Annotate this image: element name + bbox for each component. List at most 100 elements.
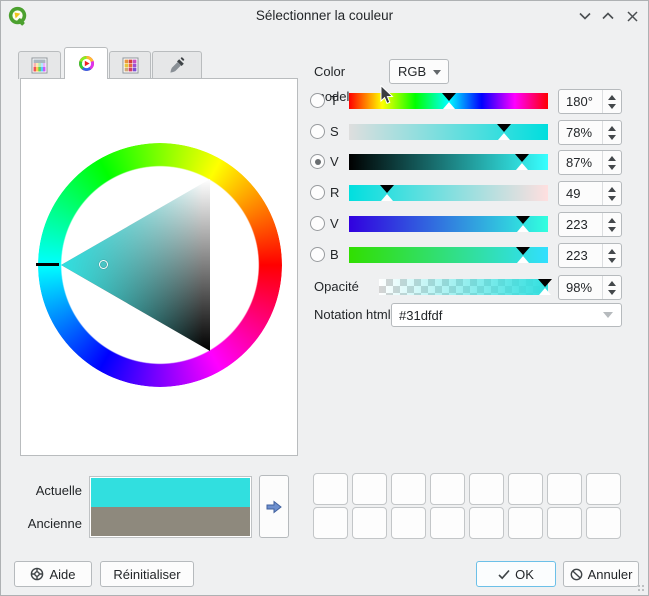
slider-row-red: R <box>308 185 624 202</box>
radio-green[interactable] <box>310 216 325 231</box>
palette-swatch[interactable] <box>352 473 387 505</box>
spin-up-icon[interactable] <box>608 218 616 223</box>
window-shade-button[interactable] <box>576 7 594 25</box>
palette-swatch[interactable] <box>469 507 504 539</box>
spin-down-icon[interactable] <box>608 290 616 295</box>
notation-row: Notation html <box>308 303 624 327</box>
notation-field[interactable] <box>391 303 622 327</box>
slider-label: B <box>330 247 346 263</box>
tab-color-sampler[interactable] <box>152 51 202 79</box>
spin-down-icon[interactable] <box>608 165 616 170</box>
radio-red[interactable] <box>310 185 325 200</box>
spin-down-icon[interactable] <box>608 135 616 140</box>
value-spinbox[interactable] <box>558 150 622 175</box>
sv-selector-circle[interactable] <box>99 260 108 269</box>
red-slider[interactable] <box>349 185 548 201</box>
red-spinbox[interactable] <box>558 181 622 206</box>
spin-up-icon[interactable] <box>608 126 616 131</box>
tab-color-box[interactable] <box>18 51 61 79</box>
opacity-spinbox[interactable] <box>558 275 622 300</box>
spin-down-icon[interactable] <box>608 196 616 201</box>
titlebar[interactable]: Sélectionner la couleur <box>1 1 648 31</box>
spin-up-icon[interactable] <box>608 187 616 192</box>
hue-marker <box>36 263 59 266</box>
spin-up-icon[interactable] <box>608 249 616 254</box>
apply-color-button[interactable] <box>259 475 289 538</box>
close-icon <box>627 11 638 22</box>
saturation-value-input[interactable] <box>559 121 601 144</box>
red-value-input[interactable] <box>559 182 601 205</box>
palette-swatch[interactable] <box>313 473 348 505</box>
slider-handle[interactable] <box>380 185 394 201</box>
color-model-value: RGB <box>398 64 426 79</box>
palette-swatch[interactable] <box>469 473 504 505</box>
notation-input[interactable] <box>392 304 592 326</box>
green-spinbox[interactable] <box>558 212 622 237</box>
palette-swatch[interactable] <box>508 473 543 505</box>
radio-saturation[interactable] <box>310 124 325 139</box>
palette-swatch[interactable] <box>547 507 582 539</box>
palette-swatch[interactable] <box>547 473 582 505</box>
palette-swatch[interactable] <box>586 473 621 505</box>
hue-spinbox[interactable] <box>558 89 622 114</box>
window-title: Sélectionner la couleur <box>1 1 648 31</box>
palette-swatch[interactable] <box>352 507 387 539</box>
slider-handle[interactable] <box>515 154 529 170</box>
spin-down-icon[interactable] <box>608 104 616 109</box>
slider-label: V <box>330 154 346 170</box>
current-previous-box <box>89 476 252 538</box>
opacity-value-input[interactable] <box>559 276 601 299</box>
saturation-slider[interactable] <box>349 124 548 140</box>
cancel-button[interactable]: Annuler <box>563 561 639 587</box>
resize-grip[interactable] <box>638 585 646 593</box>
palette-swatch[interactable] <box>313 507 348 539</box>
slider-row-saturation: S <box>308 124 624 141</box>
value-value-input[interactable] <box>559 151 601 174</box>
spin-up-icon[interactable] <box>608 156 616 161</box>
spin-down-icon[interactable] <box>608 227 616 232</box>
palette-swatch[interactable] <box>586 507 621 539</box>
green-value-input[interactable] <box>559 213 601 236</box>
opacity-slider[interactable] <box>379 279 548 295</box>
blue-value-input[interactable] <box>559 244 601 267</box>
hue-slider[interactable] <box>349 93 548 109</box>
window-close-button[interactable] <box>623 7 641 25</box>
arrow-right-icon <box>265 499 283 515</box>
slider-handle[interactable] <box>516 216 530 232</box>
chevron-up-icon <box>602 12 614 20</box>
reset-button[interactable]: Réinitialiser <box>100 561 194 587</box>
slider-handle[interactable] <box>442 93 456 109</box>
green-slider[interactable] <box>349 216 548 232</box>
slider-handle[interactable] <box>516 247 530 263</box>
spin-up-icon[interactable] <box>608 281 616 286</box>
palette-swatch[interactable] <box>430 473 465 505</box>
color-box-icon <box>31 57 48 74</box>
window-maximize-button[interactable] <box>599 7 617 25</box>
tab-color-wheel[interactable] <box>64 47 108 79</box>
opacity-handle[interactable] <box>538 279 552 295</box>
color-wheel-panel <box>20 78 298 456</box>
palette-swatch[interactable] <box>508 507 543 539</box>
hue-value-input[interactable] <box>559 90 601 113</box>
spin-up-icon[interactable] <box>608 95 616 100</box>
spin-down-icon[interactable] <box>608 258 616 263</box>
ok-button[interactable]: OK <box>476 561 556 587</box>
blue-slider[interactable] <box>349 247 548 263</box>
radio-blue[interactable] <box>310 247 325 262</box>
tab-color-swatches[interactable] <box>109 51 151 79</box>
saturation-spinbox[interactable] <box>558 120 622 145</box>
palette-swatch[interactable] <box>391 507 426 539</box>
color-model-dropdown[interactable]: RGB <box>389 59 449 84</box>
slider-handle[interactable] <box>497 124 511 140</box>
palette-swatch[interactable] <box>430 507 465 539</box>
help-button[interactable]: Aide <box>14 561 92 587</box>
radio-hue[interactable] <box>310 93 325 108</box>
palette-swatch[interactable] <box>391 473 426 505</box>
color-sampler-icon <box>169 57 186 74</box>
radio-value[interactable] <box>310 154 325 169</box>
blue-spinbox[interactable] <box>558 243 622 268</box>
slider-label: V <box>330 216 346 232</box>
cancel-button-label: Annuler <box>588 567 633 582</box>
cancel-icon <box>570 568 583 581</box>
value-slider[interactable] <box>349 154 548 170</box>
